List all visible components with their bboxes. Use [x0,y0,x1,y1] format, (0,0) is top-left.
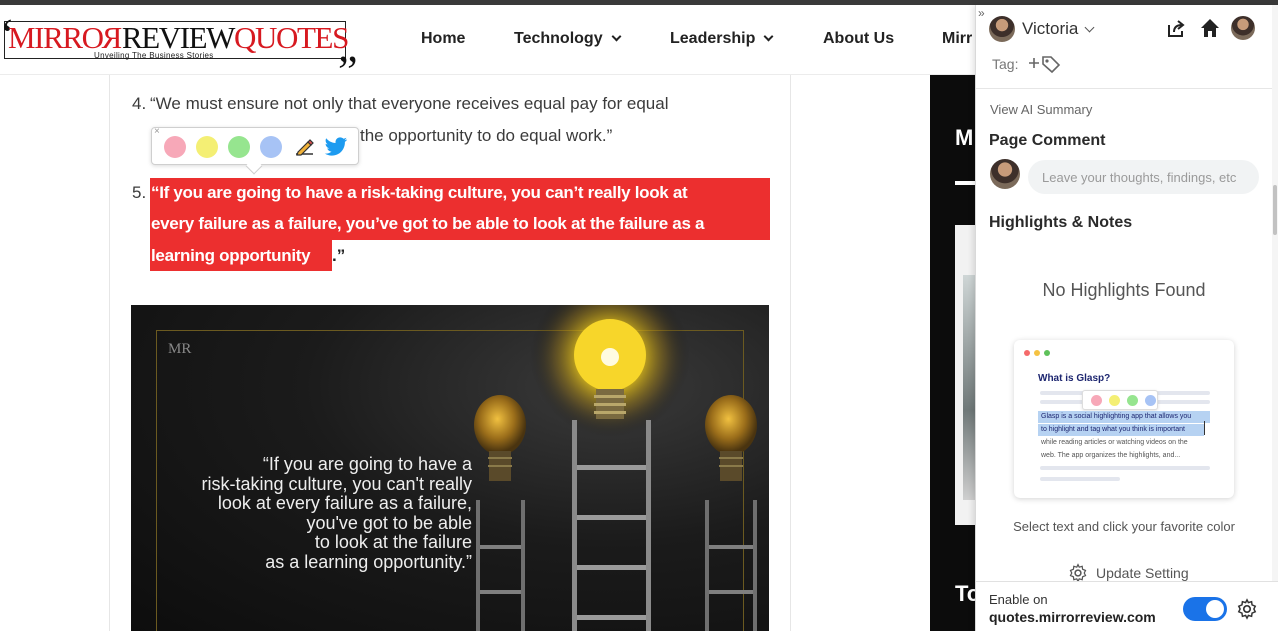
browser-viewport: ‘ MIRRORREVIEWQUOTES „ Unveiling The Bus… [0,0,1278,631]
nav-mirror-partial[interactable]: Mirr [942,30,972,48]
gear-icon [1069,563,1087,583]
window-dot-green [1044,350,1050,356]
quote-4-number: 4. [132,94,147,113]
home-icon[interactable] [1199,17,1221,39]
demo-color-popup [1082,390,1158,410]
sidebar-heading-partial: M [955,125,974,150]
color-swatch-green[interactable] [228,136,250,158]
demo-selected-text-1: Glasp is a social highlighting app that … [1041,413,1192,420]
profile-avatar-icon[interactable] [1231,16,1255,40]
add-tag-icon[interactable] [1028,54,1062,74]
nav-about-us[interactable]: About Us [823,30,894,48]
nav-technology-label: Technology [514,30,603,47]
text-cursor-icon [1204,421,1210,435]
close-icon[interactable]: × [154,126,160,137]
share-icon[interactable] [1166,19,1186,39]
pen-icon[interactable] [293,135,317,159]
color-swatch-blue[interactable] [260,136,282,158]
nav-home-label: Home [421,30,466,47]
site-logo[interactable]: ‘ MIRRORREVIEWQUOTES „ Unveiling The Bus… [0,13,358,69]
nav-home[interactable]: Home [421,30,465,48]
update-setting-label: Update Setting [1096,565,1189,581]
enable-on-label: Enable on [989,592,1048,607]
site-dark-sidebar: M To [930,75,980,631]
color-swatch-pink[interactable] [164,136,186,158]
glasp-demo-illustration: What is Glasp? Glasp is a social highlig… [1014,340,1234,498]
demo-text-4: web. The app organizes the highlights, a… [1041,452,1181,459]
quote-5-line-3[interactable]: learning opportunity [151,246,311,266]
quote-5-number: 5. [132,183,147,202]
logo-tagline: Unveiling The Business Stories [94,51,214,60]
update-setting-button[interactable]: Update Setting [1068,563,1189,583]
nav-technology[interactable]: Technology [514,30,622,48]
quote-5-line-3-tail: .” [332,246,346,265]
nav-about-us-label: About Us [823,30,895,47]
quote-5-line-1[interactable]: “If you are going to have a risk-taking … [151,183,688,203]
highlight-hint: Select text and click your favorite colo… [1013,519,1235,534]
view-ai-summary-link[interactable]: View AI Summary [990,102,1092,117]
enable-toggle[interactable] [1183,597,1227,621]
color-swatch-yellow[interactable] [196,136,218,158]
toggle-knob [1206,600,1224,618]
panel-scrollbar[interactable] [1272,5,1278,581]
nav-mirror-label: Mirr [942,30,973,47]
image-quote-text: “If you are going to have a risk-taking … [201,454,472,572]
no-highlights-message: No Highlights Found [1042,280,1206,300]
user-name[interactable]: Victoria [1022,19,1078,39]
demo-swatch-yellow [1109,395,1120,406]
collapse-panel-icon[interactable]: » [978,6,985,20]
demo-placeholder-line [1040,466,1210,470]
demo-title: What is Glasp? [1038,373,1111,384]
scrollbar-thumb[interactable] [1273,185,1277,235]
highlights-notes-heading: Highlights & Notes [989,214,1133,231]
logo-word-quotes: QUOTES [234,20,349,55]
quote-5-line-2[interactable]: every failure as a failure, you’ve got t… [151,214,705,234]
divider [976,88,1278,89]
demo-selected-text-2: to highlight and tag what you think is i… [1041,426,1185,433]
demo-placeholder-line [1040,477,1120,481]
chevron-down-icon[interactable] [1084,22,1095,33]
page-comment-input[interactable] [1028,160,1259,194]
logo-close-quote-mark: „ [338,22,358,71]
nav-leadership[interactable]: Leadership [670,30,774,48]
user-avatar[interactable] [989,16,1015,42]
page-comment-heading: Page Comment [989,132,1106,149]
logo-word-mirror: MIRRO [8,20,104,55]
panel-footer: Enable on quotes.mirrorreview.com [976,581,1278,631]
article-quote-image: MR “If you are going to have a risk-taki… [131,305,769,631]
glasp-sidepanel: » Victoria Tag: View AI Summary Page Com… [975,5,1278,631]
tag-label: Tag: [992,56,1019,72]
site-header: ‘ MIRRORREVIEWQUOTES „ Unveiling The Bus… [0,5,975,75]
chevron-down-icon [611,31,622,42]
highlight-color-popup: × [151,126,359,175]
demo-text-3: while reading articles or watching video… [1041,439,1188,446]
settings-gear-icon[interactable] [1236,598,1258,620]
window-dot-red [1024,350,1030,356]
demo-swatch-blue [1145,395,1156,406]
window-dot-yellow [1034,350,1040,356]
logo-word-review: REVIEW [121,20,236,55]
twitter-icon[interactable] [324,136,348,158]
commenter-avatar [990,159,1020,189]
demo-swatch-pink [1091,395,1102,406]
quote-4-line-2[interactable]: the opportunity to do equal work.” [360,126,612,146]
nav-leadership-label: Leadership [670,30,756,47]
enabled-domain: quotes.mirrorreview.com [989,609,1156,625]
demo-swatch-green [1127,395,1138,406]
quote-4-line-1[interactable]: “We must ensure not only that everyone r… [150,94,668,114]
chevron-down-icon [763,31,774,42]
